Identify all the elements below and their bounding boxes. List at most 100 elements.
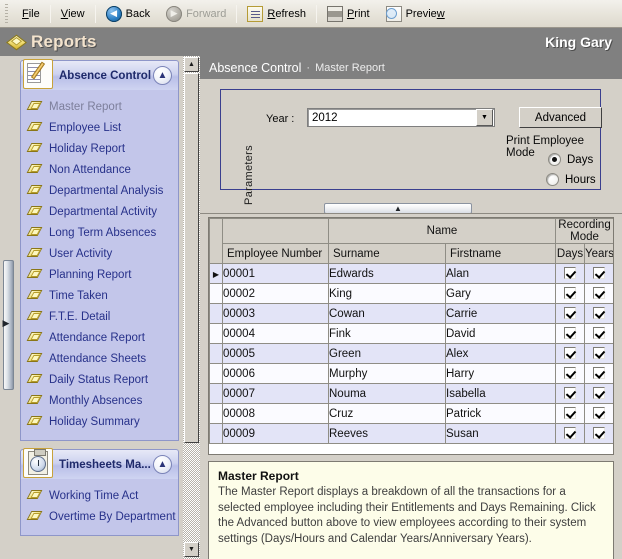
toolbar-refresh-button[interactable]: Refresh — [239, 3, 314, 25]
checkbox-checked-icon[interactable] — [593, 307, 605, 320]
sidebar-item-attendance-sheets[interactable]: Attendance Sheets — [21, 348, 178, 369]
radio-days[interactable]: Days — [548, 153, 593, 166]
scroll-up-arrow-icon[interactable]: ▲ — [184, 57, 199, 72]
employee-grid[interactable]: Name Recording Mode Employee Number Surn… — [208, 217, 614, 455]
checkbox-checked-icon[interactable] — [593, 267, 605, 280]
diamond-bullet-icon — [26, 416, 43, 427]
chevron-down-icon[interactable]: ▼ — [476, 109, 493, 126]
cell-years-checkbox[interactable] — [583, 403, 613, 424]
sidebar-panel-title: Absence Control — [59, 69, 152, 82]
sidebar-item-monthly-absences[interactable]: Monthly Absences — [21, 390, 178, 411]
table-row[interactable]: ▶ 00001 Edwards Alan — [209, 263, 613, 284]
sidebar-item-time-taken[interactable]: Time Taken — [21, 285, 178, 306]
scrollbar-thumb[interactable] — [184, 73, 199, 443]
sidebar-panel-header-timesheets[interactable]: Timesheets Ma... ▲ — [20, 448, 179, 479]
toolbar-print-button[interactable]: Print — [319, 3, 378, 25]
sidebar-item-user-activity[interactable]: User Activity — [21, 243, 178, 264]
checkbox-checked-icon[interactable] — [593, 427, 605, 440]
table-row[interactable]: 00004 Fink David — [209, 323, 613, 344]
chevron-up-icon[interactable]: ▲ — [153, 66, 172, 85]
cell-surname: Reeves — [328, 423, 446, 444]
sidebar-item-holiday-summary[interactable]: Holiday Summary — [21, 411, 178, 432]
column-header-years[interactable]: Years — [583, 243, 613, 264]
forward-icon: ▶ — [166, 5, 183, 22]
checkbox-checked-icon[interactable] — [564, 427, 576, 440]
sidebar-item-attendance-report[interactable]: Attendance Report — [21, 327, 178, 348]
cell-years-checkbox[interactable] — [583, 263, 613, 284]
cell-years-checkbox[interactable] — [583, 343, 613, 364]
radio-days-indicator[interactable] — [548, 153, 561, 166]
checkbox-checked-icon[interactable] — [564, 367, 576, 380]
cell-years-checkbox[interactable] — [583, 383, 613, 404]
year-select[interactable]: 2012 ▼ — [307, 108, 495, 127]
checkbox-checked-icon[interactable] — [564, 407, 576, 420]
sidebar-item-departmental-activity[interactable]: Departmental Activity — [21, 201, 178, 222]
sidebar-panel-header-absence-control[interactable]: Absence Control ▲ — [20, 59, 179, 90]
toolbar-grip[interactable] — [3, 3, 11, 24]
checkbox-checked-icon[interactable] — [564, 387, 576, 400]
checkbox-checked-icon[interactable] — [564, 287, 576, 300]
cell-days-checkbox[interactable] — [555, 263, 585, 284]
sidebar-item-long-term-absences[interactable]: Long Term Absences — [21, 222, 178, 243]
sidebar-item-departmental-analysis[interactable]: Departmental Analysis — [21, 180, 178, 201]
checkbox-checked-icon[interactable] — [593, 287, 605, 300]
table-row[interactable]: 00008 Cruz Patrick — [209, 403, 613, 424]
chevron-up-icon[interactable]: ▲ — [153, 455, 172, 474]
toolbar-view-button[interactable]: View — [53, 3, 93, 25]
column-header-days[interactable]: Days — [555, 243, 585, 264]
table-row[interactable]: 00003 Cowan Carrie — [209, 303, 613, 324]
cell-days-checkbox[interactable] — [555, 383, 585, 404]
table-row[interactable]: 00009 Reeves Susan — [209, 423, 613, 444]
checkbox-checked-icon[interactable] — [593, 407, 605, 420]
collapse-sidebar-arrow-icon[interactable]: ▶ — [1, 316, 11, 330]
toolbar-file-button[interactable]: File — [14, 3, 48, 25]
column-header-employee-number[interactable]: Employee Number — [222, 243, 329, 264]
column-header-surname[interactable]: Surname — [328, 243, 446, 264]
cell-days-checkbox[interactable] — [555, 423, 585, 444]
cell-days-checkbox[interactable] — [555, 403, 585, 424]
advanced-button[interactable]: Advanced — [519, 107, 602, 128]
checkbox-checked-icon[interactable] — [593, 327, 605, 340]
radio-hours-indicator[interactable] — [546, 173, 559, 186]
cell-years-checkbox[interactable] — [583, 363, 613, 384]
cell-years-checkbox[interactable] — [583, 303, 613, 324]
scroll-down-arrow-icon[interactable]: ▼ — [184, 542, 199, 557]
checkbox-checked-icon[interactable] — [593, 367, 605, 380]
cell-years-checkbox[interactable] — [583, 423, 613, 444]
table-row[interactable]: 00005 Green Alex — [209, 343, 613, 364]
sidebar-item-master-report[interactable]: Master Report — [21, 96, 178, 117]
sidebar-item-fte-detail[interactable]: F.T.E. Detail — [21, 306, 178, 327]
cell-years-checkbox[interactable] — [583, 323, 613, 344]
toolbar-preview-button[interactable]: Previe w — [378, 3, 453, 25]
sidebar-item-non-attendance[interactable]: Non Attendance — [21, 159, 178, 180]
checkbox-checked-icon[interactable] — [593, 387, 605, 400]
table-row[interactable]: 00006 Murphy Harry — [209, 363, 613, 384]
checkbox-checked-icon[interactable] — [564, 307, 576, 320]
toolbar-forward-button[interactable]: ▶ Forward — [158, 3, 234, 25]
sidebar-item-overtime-by-department[interactable]: Overtime By Department — [21, 506, 178, 527]
table-row[interactable]: 00002 King Gary — [209, 283, 613, 304]
sidebar-item-working-time-act[interactable]: Working Time Act — [21, 485, 178, 506]
cell-days-checkbox[interactable] — [555, 283, 585, 304]
table-row[interactable]: 00007 Nouma Isabella — [209, 383, 613, 404]
checkbox-checked-icon[interactable] — [564, 347, 576, 360]
checkbox-checked-icon[interactable] — [593, 347, 605, 360]
breadcrumb: Absence Control · Master Report — [200, 56, 622, 79]
cell-days-checkbox[interactable] — [555, 343, 585, 364]
cell-days-checkbox[interactable] — [555, 323, 585, 344]
radio-hours[interactable]: Hours — [546, 173, 596, 186]
sidebar-item-daily-status-report[interactable]: Daily Status Report — [21, 369, 178, 390]
sidebar-item-planning-report[interactable]: Planning Report — [21, 264, 178, 285]
table-group-header-row: Name Recording Mode — [209, 218, 613, 264]
toolbar-back-button[interactable]: ◀ Back — [98, 3, 158, 25]
sidebar-item-label: Departmental Activity — [49, 205, 158, 218]
sidebar-item-holiday-report[interactable]: Holiday Report — [21, 138, 178, 159]
sidebar-scrollbar[interactable]: ▲ ▼ — [183, 56, 200, 559]
cell-days-checkbox[interactable] — [555, 303, 585, 324]
column-header-firstname[interactable]: Firstname — [445, 243, 556, 264]
checkbox-checked-icon[interactable] — [564, 267, 576, 280]
sidebar-item-employee-list[interactable]: Employee List — [21, 117, 178, 138]
cell-days-checkbox[interactable] — [555, 363, 585, 384]
cell-years-checkbox[interactable] — [583, 283, 613, 304]
checkbox-checked-icon[interactable] — [564, 327, 576, 340]
